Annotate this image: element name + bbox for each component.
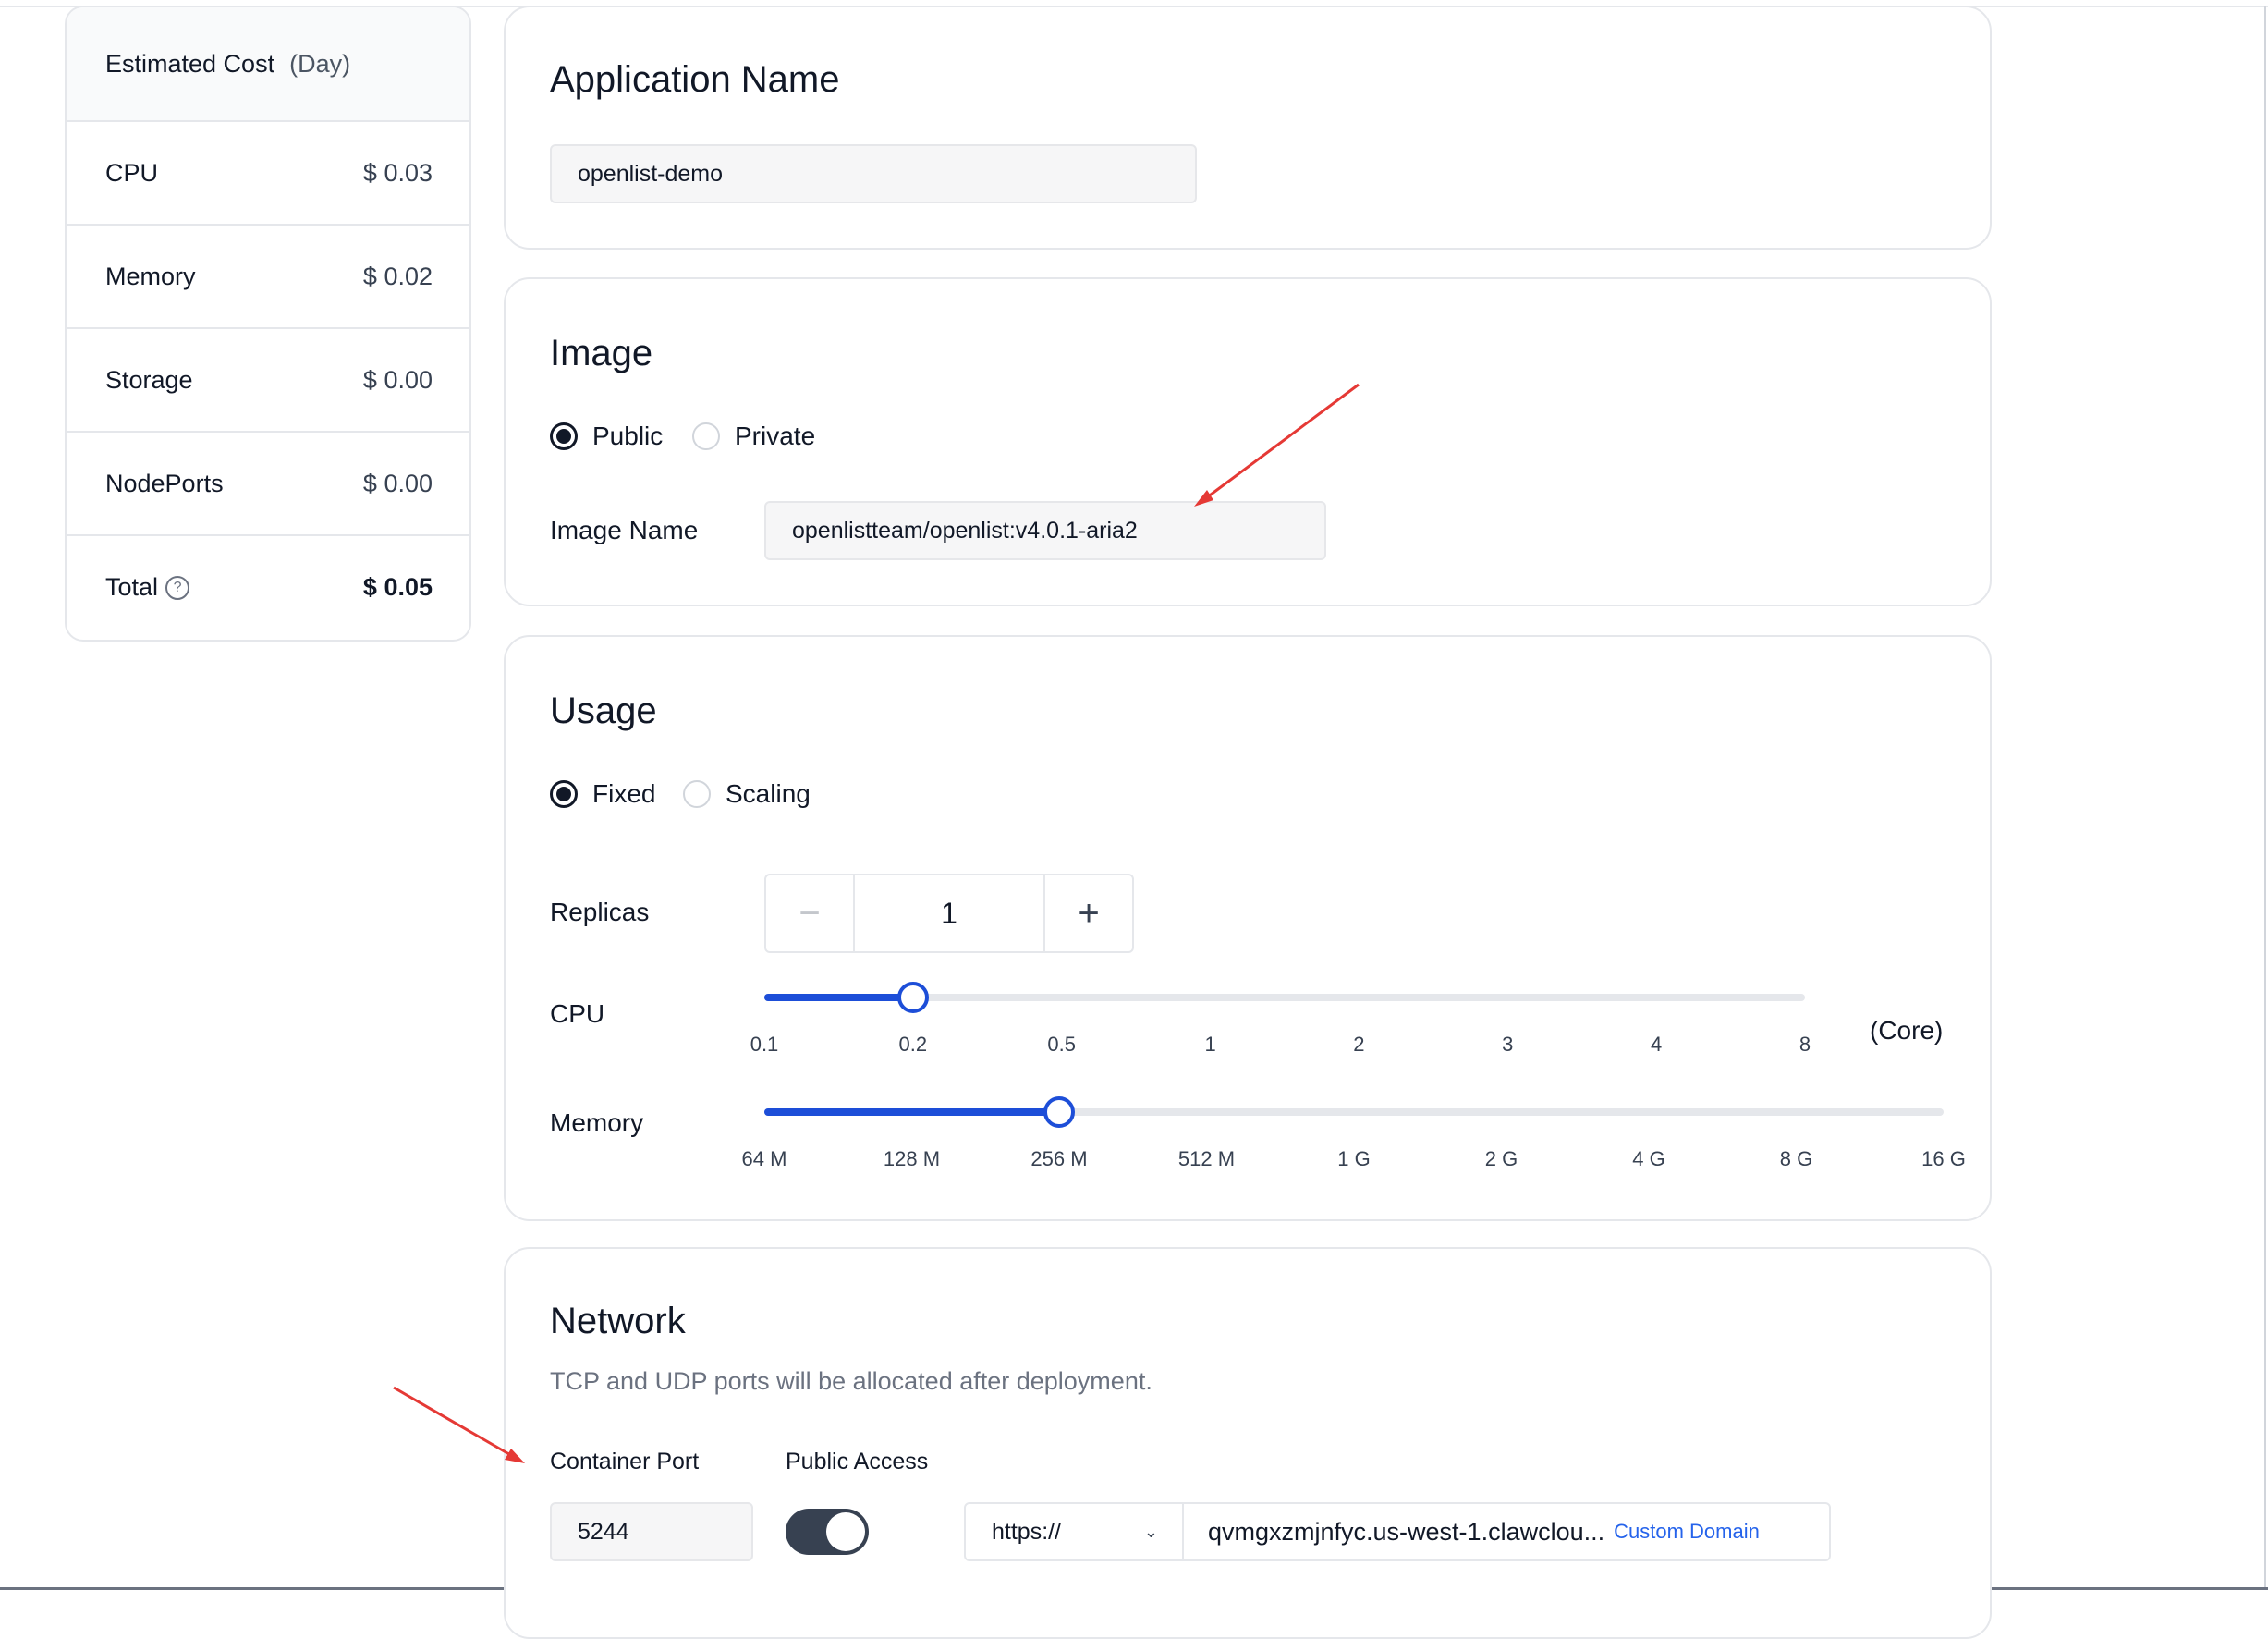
cost-value: $ 0.03	[362, 158, 433, 187]
radio-scaling-dot	[683, 780, 711, 808]
cost-label: NodePorts	[105, 469, 224, 497]
domain-value: qvmgxzmjnfyc.us-west-1.clawclou...	[1208, 1517, 1605, 1546]
container-port-input[interactable]: 5244	[550, 1502, 753, 1561]
total-label: Total	[105, 572, 159, 601]
cpu-tick-labels: 0.1 0.2 0.5 1 2 3 4 8	[750, 1033, 1811, 1060]
total-value: $ 0.05	[362, 572, 433, 601]
minus-icon[interactable]: −	[766, 875, 855, 951]
radio-fixed-dot	[550, 780, 578, 808]
cpu-tick-label: 0.5	[1047, 1033, 1076, 1056]
cpu-tick-label: 3	[1502, 1033, 1514, 1056]
image-card: Image Public Private Image Name openlist…	[504, 277, 1992, 606]
replicas-stepper: − 1 +	[764, 874, 1134, 953]
custom-domain-link[interactable]: Custom Domain	[1614, 1520, 1760, 1544]
estimated-cost-panel: Estimated Cost (Day) CPU $ 0.03 Memory $…	[65, 6, 471, 642]
memory-tick-labels: 64 M 128 M 256 M 512 M 1 G 2 G 4 G 8 G 16 G	[742, 1147, 1966, 1175]
cpu-tick-label: 2	[1353, 1033, 1365, 1056]
cost-value: $ 0.02	[362, 262, 433, 290]
network-card: Network TCP and UDP ports will be alloca…	[504, 1247, 1992, 1639]
cost-label: Storage	[105, 365, 193, 394]
chevron-down-icon: ⌄	[1143, 1522, 1158, 1541]
cpu-slider-handle[interactable]	[896, 982, 929, 1013]
network-note: TCP and UDP ports will be allocated afte…	[550, 1367, 1152, 1395]
application-name-input[interactable]: openlist-demo	[550, 144, 1197, 203]
radio-fixed[interactable]: Fixed	[550, 779, 655, 809]
cpu-tick-label: 8	[1799, 1033, 1811, 1056]
question-circle-icon[interactable]: ?	[165, 576, 190, 601]
cost-value: $ 0.00	[362, 365, 433, 394]
memory-tick-label: 1 G	[1337, 1147, 1371, 1170]
network-title: Network	[550, 1301, 686, 1341]
domain-field[interactable]: qvmgxzmjnfyc.us-west-1.clawclou... Custo…	[1184, 1502, 1831, 1561]
cpu-tick-label: 0.2	[898, 1033, 928, 1056]
memory-tick-label: 256 M	[1030, 1147, 1088, 1170]
memory-tick-label: 16 G	[1921, 1147, 1966, 1170]
protocol-value: https://	[992, 1518, 1062, 1545]
cost-value: $ 0.00	[362, 469, 433, 497]
radio-fixed-label: Fixed	[592, 779, 656, 808]
memory-slider-label: Memory	[550, 1108, 644, 1137]
radio-public-dot	[550, 422, 578, 450]
image-name-input[interactable]: openlistteam/openlist:v4.0.1-aria2	[764, 501, 1326, 560]
public-access-toggle[interactable]	[786, 1509, 869, 1555]
memory-tick-label: 8 G	[1779, 1147, 1813, 1170]
radio-public[interactable]: Public	[550, 422, 663, 451]
cost-row-total: Total? $ 0.05	[67, 536, 469, 638]
radio-private-dot	[692, 422, 720, 450]
total-label-wrap: Total?	[105, 572, 190, 602]
cost-unit: (Day)	[289, 49, 351, 78]
application-name-title: Application Name	[550, 59, 840, 100]
cpu-slider-fill	[764, 994, 913, 1001]
image-title: Image	[550, 333, 653, 373]
usage-card: Usage Fixed Scaling Replicas − 1 + CPU 0…	[504, 635, 1992, 1221]
cost-row-storage: Storage $ 0.00	[67, 329, 469, 433]
protocol-select[interactable]: https:// ⌄	[964, 1502, 1184, 1561]
cost-label: CPU	[105, 158, 159, 187]
cost-row-nodeports: NodePorts $ 0.00	[67, 433, 469, 536]
memory-tick-label: 4 G	[1632, 1147, 1665, 1170]
image-name-label: Image Name	[550, 516, 699, 544]
cpu-tick-label: 0.1	[750, 1033, 779, 1056]
memory-tick-label: 128 M	[883, 1147, 941, 1170]
container-port-label: Container Port	[550, 1449, 700, 1474]
cost-title: Estimated Cost	[105, 49, 275, 78]
cost-label: Memory	[105, 262, 196, 290]
application-name-card: Application Name openlist-demo	[504, 6, 1992, 250]
radio-private[interactable]: Private	[692, 422, 815, 451]
plus-icon[interactable]: +	[1043, 875, 1132, 951]
usage-title: Usage	[550, 691, 657, 731]
memory-tick-label: 512 M	[1177, 1147, 1236, 1170]
replicas-value[interactable]: 1	[855, 875, 1043, 951]
memory-slider-fill	[764, 1108, 1059, 1116]
radio-scaling[interactable]: Scaling	[683, 779, 811, 809]
replicas-label: Replicas	[550, 898, 650, 926]
public-access-label: Public Access	[786, 1449, 929, 1474]
cost-header: Estimated Cost (Day)	[67, 7, 469, 122]
cpu-tick-label: 1	[1204, 1033, 1216, 1056]
radio-public-label: Public	[592, 422, 664, 450]
memory-tick-label: 2 G	[1484, 1147, 1518, 1170]
memory-slider-handle[interactable]	[1043, 1096, 1075, 1128]
cost-row-cpu: CPU $ 0.03	[67, 122, 469, 226]
right-divider	[2264, 6, 2266, 1590]
toggle-knob	[826, 1512, 865, 1551]
radio-scaling-label: Scaling	[726, 779, 811, 808]
memory-tick-label: 64 M	[741, 1147, 787, 1170]
cpu-unit: (Core)	[1870, 1016, 1944, 1045]
radio-private-label: Private	[735, 422, 816, 450]
cpu-slider-label: CPU	[550, 999, 605, 1028]
cpu-tick-label: 4	[1651, 1033, 1663, 1056]
cost-row-memory: Memory $ 0.02	[67, 226, 469, 329]
